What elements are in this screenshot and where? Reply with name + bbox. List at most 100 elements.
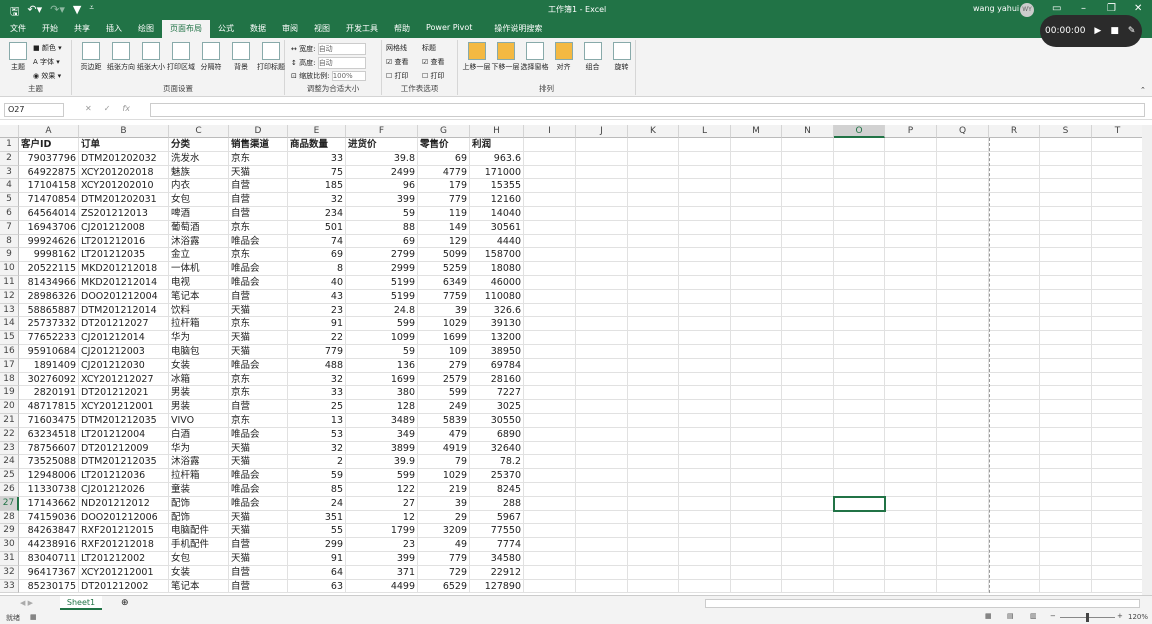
table-cell[interactable]: 电视 xyxy=(169,276,229,290)
table-cell[interactable] xyxy=(731,262,782,276)
table-cell[interactable] xyxy=(628,151,679,166)
table-cell[interactable] xyxy=(989,579,1040,594)
table-cell[interactable]: 女包 xyxy=(169,193,229,207)
table-cell[interactable] xyxy=(834,234,885,249)
row-header-30[interactable]: 30 xyxy=(0,538,19,552)
table-cell[interactable] xyxy=(628,358,679,373)
header-cell[interactable] xyxy=(937,138,989,152)
table-cell[interactable]: 天猫 xyxy=(229,303,288,318)
table-cell[interactable]: 69 xyxy=(288,248,346,263)
table-cell[interactable] xyxy=(679,179,731,194)
table-cell[interactable] xyxy=(679,565,731,580)
table-cell[interactable] xyxy=(1040,372,1092,387)
table-cell[interactable] xyxy=(679,441,731,456)
row-header-22[interactable]: 22 xyxy=(0,427,19,442)
table-cell[interactable] xyxy=(524,524,576,539)
table-cell[interactable]: 啤酒 xyxy=(169,207,229,221)
minimize-icon[interactable]: – xyxy=(1081,3,1086,14)
table-cell[interactable] xyxy=(937,524,989,539)
tab-5[interactable]: 页面布局 xyxy=(162,20,210,38)
table-cell[interactable] xyxy=(524,565,576,580)
table-cell[interactable] xyxy=(679,372,731,387)
table-cell[interactable] xyxy=(1040,510,1092,525)
table-cell[interactable]: DTM201202031 xyxy=(79,193,169,207)
table-cell[interactable] xyxy=(1092,304,1142,318)
table-cell[interactable] xyxy=(989,414,1040,428)
table-cell[interactable]: 葡萄酒 xyxy=(169,220,229,235)
table-cell[interactable] xyxy=(782,510,834,525)
table-cell[interactable]: 63 xyxy=(288,579,346,594)
table-cell[interactable]: 40 xyxy=(288,276,346,290)
table-cell[interactable]: 158700 xyxy=(470,248,524,263)
row-header-14[interactable]: 14 xyxy=(0,317,19,332)
table-cell[interactable] xyxy=(576,289,628,304)
table-cell[interactable] xyxy=(782,331,834,345)
table-cell[interactable] xyxy=(989,538,1040,552)
table-cell[interactable] xyxy=(576,165,628,180)
header-cell[interactable] xyxy=(1092,138,1142,152)
table-cell[interactable]: CJ201212003 xyxy=(79,345,169,359)
table-cell[interactable]: 22912 xyxy=(470,565,524,580)
table-cell[interactable] xyxy=(1092,455,1142,470)
header-cell[interactable]: 订单 xyxy=(79,138,169,152)
header-cell[interactable]: 进货价 xyxy=(346,138,418,152)
table-cell[interactable] xyxy=(1040,538,1092,552)
column-header-A[interactable]: A xyxy=(19,125,79,138)
table-cell[interactable] xyxy=(1092,414,1142,428)
table-cell[interactable] xyxy=(679,386,731,401)
table-cell[interactable]: 3489 xyxy=(346,414,418,428)
arrange-button-3[interactable]: 对齐 xyxy=(549,42,578,72)
table-cell[interactable] xyxy=(937,248,989,263)
table-cell[interactable]: 27 xyxy=(346,496,418,511)
table-cell[interactable] xyxy=(885,317,937,332)
table-cell[interactable]: 京东 xyxy=(229,372,288,387)
table-cell[interactable]: 1699 xyxy=(418,331,470,345)
table-cell[interactable] xyxy=(782,317,834,332)
table-cell[interactable]: 饮料 xyxy=(169,303,229,318)
table-cell[interactable]: 15355 xyxy=(470,179,524,194)
column-header-Q[interactable]: Q xyxy=(937,125,989,138)
sheet-nav-arrows[interactable]: ◀ ▶ xyxy=(20,599,33,607)
tab-11[interactable]: 帮助 xyxy=(386,20,418,38)
table-cell[interactable]: 53 xyxy=(288,427,346,442)
table-cell[interactable]: DT201212009 xyxy=(79,441,169,456)
fx-icon[interactable]: fx xyxy=(122,104,130,113)
table-cell[interactable]: DT201212021 xyxy=(79,386,169,401)
table-cell[interactable]: 779 xyxy=(418,193,470,207)
table-cell[interactable] xyxy=(1092,152,1142,166)
table-cell[interactable]: 129 xyxy=(418,234,470,249)
table-cell[interactable] xyxy=(782,165,834,180)
table-cell[interactable] xyxy=(731,469,782,483)
row-header-10[interactable]: 10 xyxy=(0,262,19,276)
table-cell[interactable] xyxy=(937,165,989,180)
table-cell[interactable]: 唯品会 xyxy=(229,276,288,290)
table-cell[interactable]: 96 xyxy=(346,179,418,194)
table-cell[interactable] xyxy=(731,345,782,359)
column-header-C[interactable]: C xyxy=(169,125,229,138)
column-header-H[interactable]: H xyxy=(470,125,524,138)
table-cell[interactable] xyxy=(834,441,885,456)
table-cell[interactable] xyxy=(1040,469,1092,483)
table-cell[interactable]: 81434966 xyxy=(19,276,79,290)
row-header-31[interactable]: 31 xyxy=(0,552,19,566)
table-cell[interactable] xyxy=(679,220,731,235)
header-cell[interactable] xyxy=(782,138,834,152)
table-cell[interactable] xyxy=(1092,373,1142,387)
column-header-K[interactable]: K xyxy=(628,125,679,138)
table-cell[interactable] xyxy=(679,317,731,332)
table-cell[interactable] xyxy=(937,579,989,594)
table-cell[interactable] xyxy=(731,289,782,304)
page_setup-button-6[interactable]: 打印标题 xyxy=(256,42,286,72)
table-cell[interactable]: 京东 xyxy=(229,317,288,332)
table-cell[interactable]: 17143662 xyxy=(19,496,79,511)
table-cell[interactable] xyxy=(1040,579,1092,594)
table-cell[interactable] xyxy=(989,427,1040,442)
arrange-button-4[interactable]: 组合 xyxy=(578,42,607,72)
table-cell[interactable]: CJ201212026 xyxy=(79,483,169,497)
table-cell[interactable]: 电脑配件 xyxy=(169,524,229,539)
table-cell[interactable] xyxy=(679,151,731,166)
table-cell[interactable] xyxy=(1092,428,1142,442)
page_setup-button-1[interactable]: 纸张方向 xyxy=(106,42,136,72)
table-cell[interactable]: DTM201212035 xyxy=(79,455,169,470)
table-cell[interactable]: 天猫 xyxy=(229,510,288,525)
